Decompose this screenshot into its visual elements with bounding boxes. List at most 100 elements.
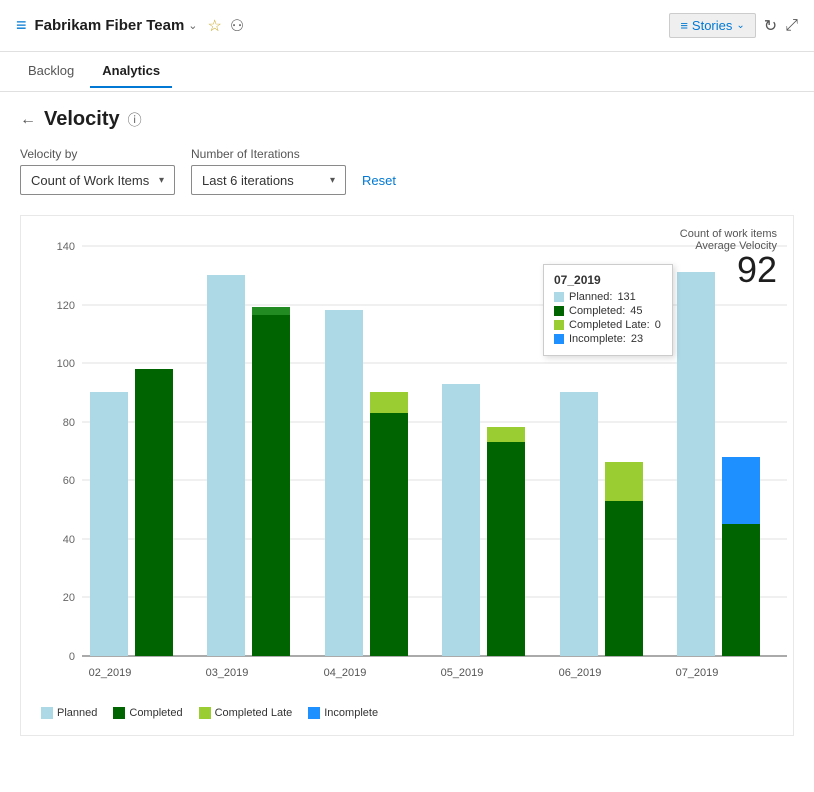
svg-text:05_2019: 05_2019	[441, 667, 484, 679]
svg-text:100: 100	[57, 358, 75, 370]
refresh-button[interactable]: ↻	[764, 16, 777, 36]
chart-legend: Planned Completed Completed Late Incompl…	[37, 707, 777, 719]
completed-top	[252, 307, 290, 315]
tooltip-completed-row: Completed: 45	[554, 305, 662, 317]
iterations-filter: Number of Iterations Last 6 iterations ▾	[191, 147, 346, 195]
filters-row: Velocity by Count of Work Items ▾ Number…	[20, 147, 794, 195]
completed-bar	[605, 501, 643, 656]
planned-bar	[560, 392, 598, 656]
legend-incomplete-color	[308, 707, 320, 719]
team-chevron-icon[interactable]: ⌄	[188, 19, 197, 32]
planned-bar	[677, 272, 715, 656]
iterations-label: Number of Iterations	[191, 147, 346, 161]
completed-late-bar	[605, 462, 643, 501]
velocity-by-chevron-icon: ▾	[159, 175, 164, 186]
tab-analytics[interactable]: Analytics	[90, 55, 172, 88]
stories-icon: ≡	[680, 18, 688, 33]
legend-completed-late: Completed Late	[199, 707, 293, 719]
svg-text:60: 60	[63, 475, 75, 487]
velocity-by-filter: Velocity by Count of Work Items ▾	[20, 147, 175, 195]
planned-bar	[207, 275, 245, 656]
velocity-by-dropdown[interactable]: Count of Work Items ▾	[20, 165, 175, 195]
back-button[interactable]: ←	[20, 111, 36, 129]
favorite-star-icon[interactable]: ☆	[208, 16, 222, 36]
legend-incomplete: Incomplete	[308, 707, 378, 719]
completed-bar	[252, 307, 290, 656]
bar-group-06-2019: 06_2019	[559, 392, 643, 679]
iterations-dropdown[interactable]: Last 6 iterations ▾	[191, 165, 346, 195]
legend-completed-late-label: Completed Late	[215, 707, 293, 719]
tooltip-planned-row: Planned: 131	[554, 291, 662, 303]
chart-area: Count of work items Average Velocity 92 …	[20, 215, 794, 736]
chart-tooltip: 07_2019 Planned: 131 Completed: 45 Compl…	[543, 264, 673, 356]
planned-bar	[442, 384, 480, 656]
svg-text:04_2019: 04_2019	[324, 667, 367, 679]
tooltip-completed-color	[554, 306, 564, 316]
completed-bar	[135, 369, 173, 656]
tooltip-completed-late-color	[554, 320, 564, 330]
help-icon[interactable]: ⓘ	[128, 110, 142, 130]
completed-bar	[722, 524, 760, 656]
velocity-summary: Count of work items Average Velocity 92	[680, 228, 777, 288]
svg-text:40: 40	[63, 534, 75, 546]
svg-text:06_2019: 06_2019	[559, 667, 602, 679]
legend-completed-label: Completed	[129, 707, 182, 719]
completed-bar	[487, 442, 525, 656]
team-icon: ≡	[16, 15, 27, 36]
svg-text:07_2019: 07_2019	[676, 667, 719, 679]
velocity-by-label: Velocity by	[20, 147, 175, 161]
header: ≡ Fabrikam Fiber Team ⌄ ☆ ⚇ ≡ Stories ⌄ …	[0, 0, 814, 52]
legend-completed-color	[113, 707, 125, 719]
people-icon[interactable]: ⚇	[230, 16, 244, 36]
completed-late-bar	[370, 392, 408, 413]
bar-group-05-2019: 05_2019	[441, 384, 525, 679]
stories-chevron-icon: ⌄	[736, 20, 744, 31]
bar-chart: 140 120 100 80 60 40	[37, 236, 797, 696]
planned-bar	[90, 392, 128, 656]
team-name: Fabrikam Fiber Team	[35, 17, 185, 34]
svg-text:140: 140	[57, 241, 75, 253]
stories-button[interactable]: ≡ Stories ⌄	[669, 13, 755, 38]
completed-bar	[370, 413, 408, 656]
bar-group-04-2019: 04_2019	[324, 310, 408, 679]
svg-text:02_2019: 02_2019	[89, 667, 132, 679]
legend-incomplete-label: Incomplete	[324, 707, 378, 719]
svg-text:80: 80	[63, 417, 75, 429]
expand-button[interactable]: ⤢	[785, 17, 798, 35]
svg-text:0: 0	[69, 651, 75, 663]
legend-planned-label: Planned	[57, 707, 97, 719]
tooltip-incomplete-row: Incomplete: 23	[554, 333, 662, 345]
tooltip-planned-label: Planned:	[569, 291, 612, 303]
tooltip-completed-late-row: Completed Late: 0	[554, 319, 662, 331]
tab-backlog[interactable]: Backlog	[16, 55, 86, 88]
svg-text:120: 120	[57, 300, 75, 312]
header-actions: ≡ Stories ⌄ ↻ ⤢	[669, 13, 798, 38]
bar-group-03-2019: 03_2019	[206, 275, 290, 679]
tooltip-incomplete-color	[554, 334, 564, 344]
iterations-chevron-icon: ▾	[330, 175, 335, 186]
incomplete-bar	[722, 457, 760, 524]
completed-late-bar	[487, 427, 525, 442]
iterations-value: Last 6 iterations	[202, 173, 294, 188]
page-title: Velocity	[44, 108, 120, 131]
bar-group-07-2019: 07_2019	[676, 272, 760, 679]
svg-text:03_2019: 03_2019	[206, 667, 249, 679]
legend-planned-color	[41, 707, 53, 719]
velocity-by-value: Count of Work Items	[31, 173, 149, 188]
planned-bar	[325, 310, 363, 656]
average-velocity-value: 92	[680, 252, 777, 288]
velocity-metric-label: Count of work items	[680, 228, 777, 240]
tooltip-completed-late-label: Completed Late:	[569, 319, 650, 331]
title-row: ← Velocity ⓘ	[20, 108, 794, 131]
stories-label: Stories	[692, 18, 732, 33]
legend-completed-late-color	[199, 707, 211, 719]
page-content: ← Velocity ⓘ Velocity by Count of Work I…	[0, 92, 814, 752]
legend-completed: Completed	[113, 707, 182, 719]
nav-tabs: Backlog Analytics	[0, 52, 814, 92]
tooltip-completed-value: 45	[630, 305, 642, 317]
tooltip-incomplete-label: Incomplete:	[569, 333, 626, 345]
tooltip-completed-label: Completed:	[569, 305, 625, 317]
reset-button[interactable]: Reset	[362, 165, 396, 195]
tooltip-planned-color	[554, 292, 564, 302]
tooltip-planned-value: 131	[617, 291, 635, 303]
